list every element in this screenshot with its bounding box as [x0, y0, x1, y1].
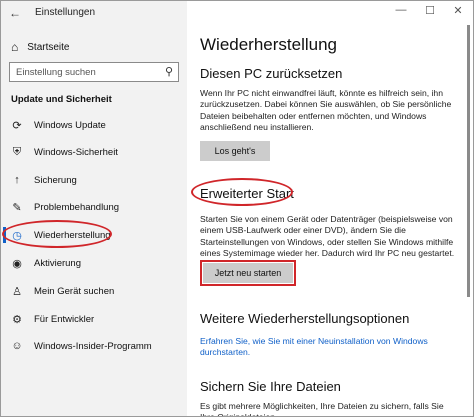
- insider-icon: ☺: [11, 340, 23, 352]
- title-bar: ← Einstellungen: [1, 1, 187, 25]
- red-highlight-ellipse: [191, 178, 293, 206]
- sidebar-item-label: Windows-Insider-Programm: [34, 340, 152, 352]
- reset-heading: Diesen PC zurücksetzen: [200, 66, 343, 81]
- reset-description: Wenn Ihr PC nicht einwandfrei läuft, kön…: [200, 88, 452, 133]
- developer-icon: ⚙: [12, 313, 22, 326]
- sidebar-item-label: Mein Gerät suchen: [34, 285, 115, 297]
- activation-check-icon: ◉: [12, 257, 22, 270]
- sidebar-item-windows-update[interactable]: ⟳ Windows Update: [11, 117, 106, 133]
- sidebar: ← Einstellungen ⌂ Startseite Einstellung…: [1, 1, 187, 416]
- window-title: Einstellungen: [35, 7, 96, 18]
- backup-arrow-icon: ↑: [14, 174, 20, 186]
- back-arrow-icon[interactable]: ←: [9, 6, 21, 20]
- main-content: — ☐ ✕ Wiederherstellung Diesen PC zurück…: [187, 1, 473, 416]
- settings-window: ← Einstellungen ⌂ Startseite Einstellung…: [0, 0, 474, 417]
- search-input[interactable]: Einstellung suchen ⚲: [9, 62, 179, 82]
- wrench-icon: ✎: [12, 201, 22, 214]
- backup-description: Es gibt mehrere Möglichkeiten, Ihre Date…: [200, 401, 444, 416]
- sync-icon: ⟳: [12, 119, 22, 132]
- backup-heading: Sichern Sie Ihre Dateien: [200, 379, 341, 394]
- person-search-icon: ♙: [12, 285, 22, 298]
- home-link[interactable]: ⌂ Startseite: [11, 40, 70, 54]
- sidebar-item-label: Aktivierung: [34, 257, 81, 269]
- page-title: Wiederherstellung: [200, 35, 338, 54]
- sidebar-item-troubleshoot[interactable]: ✎ Problembehandlung: [11, 199, 119, 215]
- get-started-button[interactable]: Los geht's: [200, 141, 270, 161]
- section-title: Update und Sicherheit: [11, 94, 112, 105]
- home-icon: ⌂: [11, 40, 19, 54]
- search-icon[interactable]: ⚲: [165, 65, 173, 78]
- maximize-icon[interactable]: ☐: [420, 4, 440, 17]
- sidebar-item-developers[interactable]: ⚙ Für Entwickler: [11, 311, 94, 327]
- sidebar-item-label: Windows-Sicherheit: [34, 146, 118, 158]
- minimize-icon[interactable]: —: [391, 4, 411, 16]
- sidebar-item-windows-security[interactable]: ⛨ Windows-Sicherheit: [11, 144, 118, 160]
- red-highlight-ellipse: [2, 220, 112, 248]
- red-highlight-box: [200, 260, 296, 286]
- sidebar-item-label: Problembehandlung: [34, 201, 120, 213]
- advanced-start-description: Starten Sie von einem Gerät oder Datentr…: [200, 214, 455, 259]
- sidebar-item-backup[interactable]: ↑ Sicherung: [11, 172, 77, 188]
- sidebar-item-activation[interactable]: ◉ Aktivierung: [11, 255, 81, 271]
- more-options-heading: Weitere Wiederherstellungsoptionen: [200, 311, 410, 326]
- sidebar-item-label: Für Entwickler: [34, 313, 95, 325]
- sidebar-item-label: Sicherung: [34, 174, 77, 186]
- close-icon[interactable]: ✕: [448, 4, 468, 17]
- sidebar-item-insider[interactable]: ☺ Windows-Insider-Programm: [11, 338, 152, 354]
- shield-icon: ⛨: [12, 145, 22, 158]
- search-placeholder: Einstellung suchen: [16, 67, 96, 78]
- home-label: Startseite: [27, 41, 70, 53]
- fresh-start-link[interactable]: Erfahren Sie, wie Sie mit einer Neuinsta…: [200, 336, 440, 359]
- scrollbar[interactable]: [467, 25, 470, 297]
- sidebar-item-find-device[interactable]: ♙ Mein Gerät suchen: [11, 283, 114, 299]
- sidebar-item-label: Windows Update: [34, 119, 106, 131]
